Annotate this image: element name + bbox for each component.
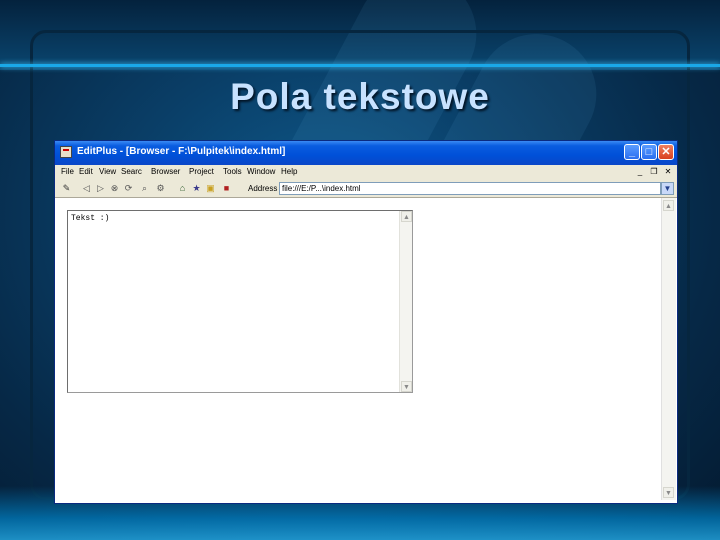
menu-browser[interactable]: Browser — [151, 167, 180, 176]
minimize-button[interactable]: _ — [624, 144, 640, 160]
folder-icon[interactable]: ▣ — [205, 183, 216, 194]
scroll-up-icon[interactable]: ▲ — [401, 211, 412, 222]
text-area[interactable]: Tekst :) ▲ ▼ — [67, 210, 413, 393]
browser-content-area: Tekst :) ▲ ▼ — [57, 198, 661, 498]
menu-file[interactable]: File — [61, 167, 74, 176]
forward-icon[interactable]: ▷ — [95, 183, 106, 194]
slide-title: Pola tekstowe — [230, 76, 490, 117]
address-input[interactable]: file:///E:/P...\index.html — [279, 182, 661, 195]
menu-window[interactable]: Window — [247, 167, 275, 176]
editplus-app-icon[interactable] — [60, 146, 72, 158]
scroll-down-icon[interactable]: ▼ — [401, 381, 412, 392]
address-label: Address — [248, 184, 278, 193]
text-area-scrollbar[interactable]: ▲ ▼ — [399, 211, 412, 392]
menu-tools[interactable]: Tools — [223, 167, 242, 176]
menu-help[interactable]: Help — [281, 167, 297, 176]
menu-view[interactable]: View — [99, 167, 116, 176]
scroll-up-icon[interactable]: ▲ — [663, 200, 674, 211]
back-icon[interactable]: ◁ — [81, 183, 92, 194]
refresh-icon[interactable]: ⟳ — [123, 183, 134, 194]
stop-icon[interactable]: ⊗ — [109, 183, 120, 194]
editplus-window: EditPlus - [Browser - F:\Pulpitek\index.… — [54, 140, 678, 504]
menu-project[interactable]: Project — [189, 167, 214, 176]
menu-search[interactable]: Searc — [121, 167, 142, 176]
mdi-minimize-icon[interactable]: _ — [635, 167, 645, 177]
maximize-button[interactable]: □ — [641, 144, 657, 160]
close-button[interactable]: ✕ — [658, 144, 674, 160]
slide-top-line — [0, 64, 720, 67]
address-dropdown-icon[interactable]: ▼ — [661, 182, 674, 195]
home-icon[interactable]: ⌂ — [177, 183, 188, 194]
favorites-icon[interactable]: ★ — [191, 183, 202, 194]
pencil-icon[interactable]: ✎ — [61, 183, 72, 194]
mdi-close-icon[interactable]: ✕ — [663, 167, 673, 177]
search-icon[interactable]: ⌕ — [139, 183, 150, 194]
window-titlebar[interactable]: EditPlus - [Browser - F:\Pulpitek\index.… — [55, 141, 677, 165]
save-icon[interactable]: ■ — [221, 183, 232, 194]
menu-edit[interactable]: Edit — [79, 167, 93, 176]
page-scrollbar[interactable]: ▲ ▼ — [661, 198, 676, 500]
menu-bar: File Edit View Searc Browser Project Too… — [55, 165, 677, 181]
mdi-restore-icon[interactable]: ❐ — [649, 167, 659, 177]
window-title: EditPlus - [Browser - F:\Pulpitek\index.… — [77, 146, 286, 157]
options-icon[interactable]: ⚙ — [155, 183, 166, 194]
scroll-down-icon[interactable]: ▼ — [663, 487, 674, 498]
text-area-value: Tekst :) — [71, 214, 110, 223]
browser-toolbar: ✎ ◁ ▷ ⊗ ⟳ ⌕ ⚙ ⌂ ★ ▣ ■ Address file:///E:… — [55, 180, 677, 198]
